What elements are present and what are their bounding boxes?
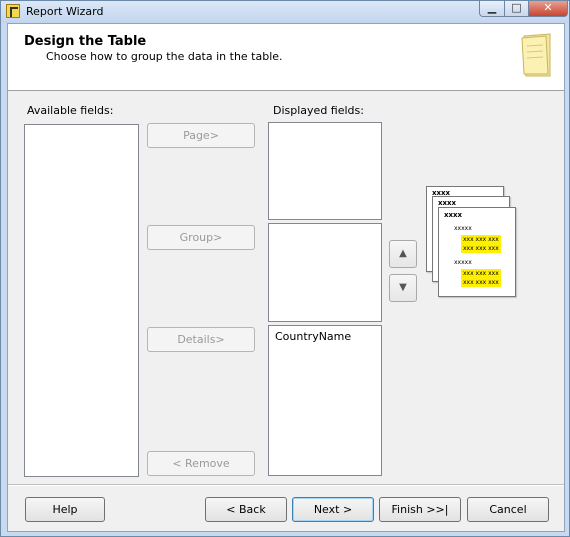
group-button[interactable]: Group> [147,225,255,250]
move-up-button[interactable]: ▲ [389,240,417,268]
list-item[interactable]: CountryName [275,330,351,343]
cancel-button[interactable]: Cancel [467,497,549,522]
help-button[interactable]: Help [25,497,105,522]
page-title: Design the Table [24,34,147,49]
close-icon[interactable]: ✕ [528,1,568,17]
footer-divider [8,484,564,486]
remove-button[interactable]: < Remove [147,451,255,476]
preview-detail-row: xxx xxx xxx [461,269,501,278]
report-wizard-window: Report Wizard ▁ □ ✕ Design the Table Cho… [0,0,570,537]
preview-page-front: xxxx xxxxx xxx xxx xxx xxx xxx xxx xxxxx… [438,207,516,297]
preview-header-text: xxxx [438,199,457,207]
available-fields-label: Available fields: [27,104,114,117]
preview-group-text: xxxxx [454,259,472,266]
page-subtitle: Choose how to group the data in the tabl… [46,50,283,63]
next-button[interactable]: Next > [292,497,374,522]
wizard-body: Design the Table Choose how to group the… [7,23,565,532]
title-bar[interactable]: Report Wizard ▁ □ ✕ [1,1,569,23]
notepad-icon [521,33,551,77]
preview-detail-row: xxx xxx xxx [461,278,501,287]
table-layout-preview: xxxx xxxx xxxx xxxxx xxx xxx xxx xxx xxx… [424,186,519,301]
preview-detail-row: xxx xxx xxx [461,235,501,244]
page-fields-list[interactable] [268,122,382,220]
available-fields-list[interactable] [24,124,139,477]
preview-group-text: xxxxx [454,225,472,232]
displayed-fields-label: Displayed fields: [273,104,364,117]
move-down-button[interactable]: ▼ [389,274,417,302]
details-button[interactable]: Details> [147,327,255,352]
page-button[interactable]: Page> [147,123,255,148]
minimize-icon[interactable]: ▁ [479,1,505,17]
preview-detail-row: xxx xxx xxx [461,244,501,253]
maximize-icon[interactable]: □ [504,1,529,17]
wizard-header: Design the Table Choose how to group the… [8,24,564,91]
preview-header-text: xxxx [444,211,463,219]
arrow-up-icon: ▲ [399,248,407,259]
detail-fields-list[interactable]: CountryName [268,325,382,476]
report-wizard-app-icon [6,4,20,18]
group-fields-list[interactable] [268,223,382,322]
back-button[interactable]: < Back [205,497,287,522]
arrow-down-icon: ▼ [399,282,407,293]
window-title: Report Wizard [26,5,104,18]
finish-button[interactable]: Finish >>| [379,497,461,522]
